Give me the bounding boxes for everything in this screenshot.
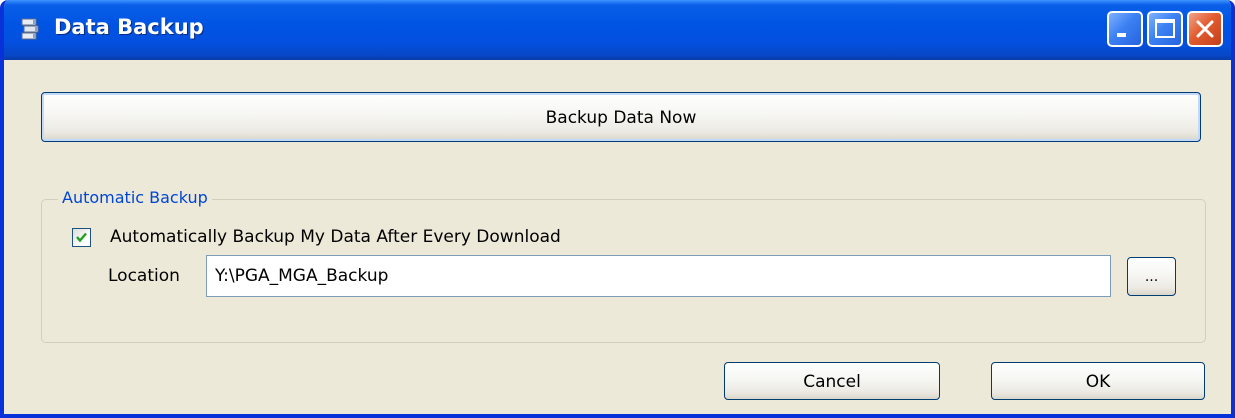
minimize-button[interactable]: [1107, 11, 1143, 47]
backup-data-now-button[interactable]: Backup Data Now: [41, 92, 1201, 142]
window-title: Data Backup: [54, 15, 204, 39]
ok-button[interactable]: OK: [991, 362, 1205, 400]
cancel-button[interactable]: Cancel: [724, 362, 940, 400]
maximize-button[interactable]: [1147, 11, 1183, 47]
checkmark-icon: [76, 232, 87, 243]
close-button[interactable]: [1187, 11, 1223, 47]
auto-backup-checkbox-label[interactable]: Automatically Backup My Data After Every…: [110, 227, 561, 247]
auto-backup-checkbox[interactable]: [72, 228, 91, 247]
location-label: Location: [108, 266, 180, 286]
location-input[interactable]: [206, 255, 1111, 297]
close-icon: [1196, 20, 1214, 38]
data-backup-window: Data Backup Backup Data Now Automatic Ba…: [0, 0, 1235, 418]
browse-location-button[interactable]: ...: [1127, 257, 1176, 296]
minimize-icon: [1117, 33, 1126, 37]
title-bar[interactable]: Data Backup: [4, 0, 1231, 60]
data-backup-app-icon[interactable]: [20, 17, 42, 43]
maximize-icon: [1155, 19, 1175, 38]
automatic-backup-group-label: Automatic Backup: [58, 188, 212, 207]
